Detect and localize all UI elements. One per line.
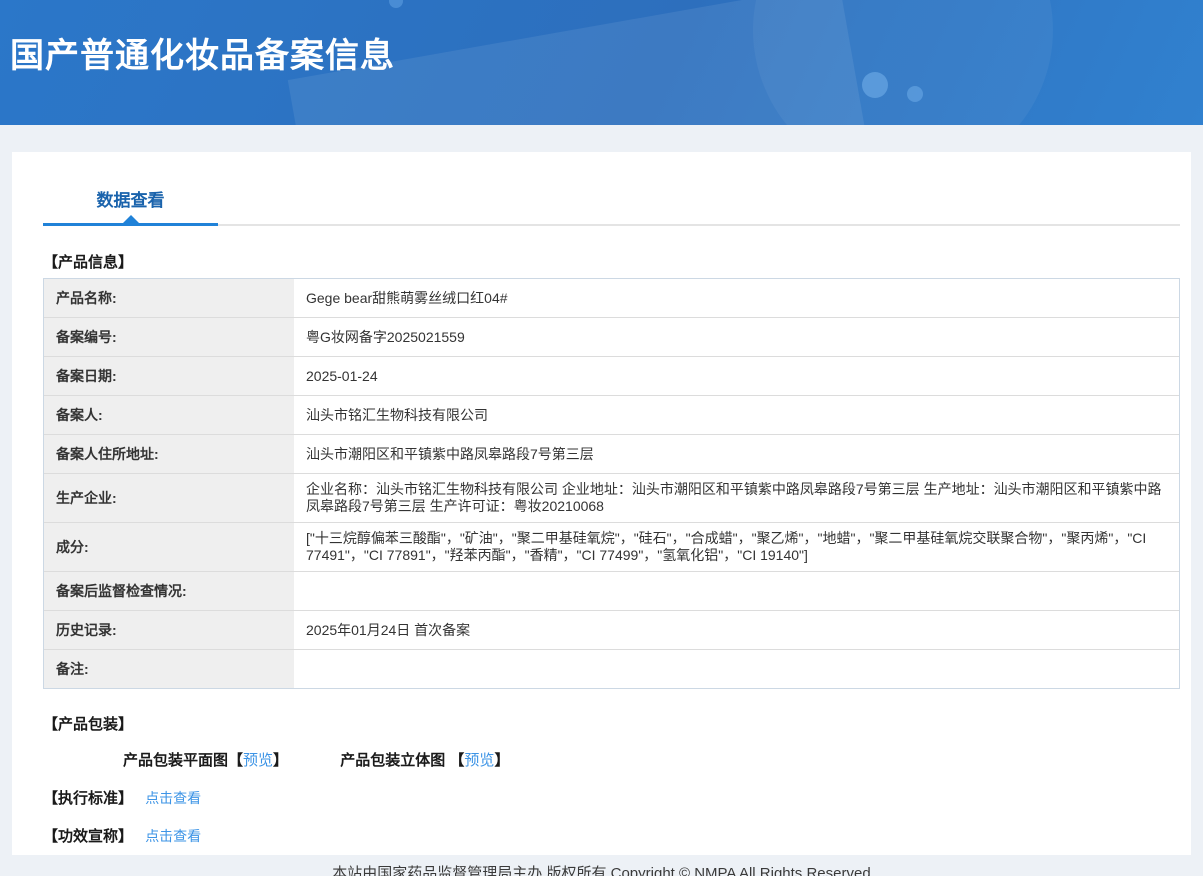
- packaging-3d-label: 产品包装立体图: [340, 752, 450, 769]
- row-label: 产品名称:: [44, 279, 294, 317]
- page-title: 国产普通化妆品备案信息: [10, 37, 395, 75]
- table-row-product-name: 产品名称: Gege bear甜熊萌雾丝绒口红04#: [44, 279, 1179, 318]
- efficacy-section: 【功效宣称】 点击查看: [43, 825, 1180, 846]
- row-value: 企业名称：汕头市铭汇生物科技有限公司 企业地址：汕头市潮阳区和平镇紫中路凤皋路段…: [294, 474, 1179, 522]
- table-row-filing-date: 备案日期: 2025-01-24: [44, 357, 1179, 396]
- table-row-remarks: 备注:: [44, 650, 1179, 688]
- standard-view-link[interactable]: 点击查看: [145, 790, 201, 806]
- table-row-history: 历史记录: 2025年01月24日 首次备案: [44, 611, 1179, 650]
- table-row-ingredients: 成分: ["十三烷醇偏苯三酸酯"，"矿油"，"聚二甲基硅氧烷"，"硅石"，"合成…: [44, 523, 1179, 572]
- table-row-filer-address: 备案人住所地址: 汕头市潮阳区和平镇紫中路凤皋路段7号第三层: [44, 435, 1179, 474]
- table-row-manufacturer: 生产企业: 企业名称：汕头市铭汇生物科技有限公司 企业地址：汕头市潮阳区和平镇紫…: [44, 474, 1179, 523]
- efficacy-heading: 【功效宣称】: [43, 828, 134, 845]
- row-value: ["十三烷醇偏苯三酸酯"，"矿油"，"聚二甲基硅氧烷"，"硅石"，"合成蜡"，"…: [294, 523, 1179, 571]
- packaging-3d-item: 产品包装立体图 【预览】: [340, 752, 509, 769]
- footer: 本站由国家药品监督管理局主办 版权所有 Copyright © NMPA All…: [0, 855, 1203, 876]
- tab-data-view[interactable]: 数据查看: [43, 186, 218, 226]
- header-decoration-dot: [389, 0, 403, 8]
- standard-heading: 【执行标准】: [43, 790, 134, 807]
- bracket: 【: [449, 752, 465, 769]
- tab-label: 数据查看: [96, 191, 165, 210]
- tab-active-indicator: [122, 215, 139, 223]
- row-value: [294, 572, 1179, 610]
- row-label: 生产企业:: [44, 474, 294, 522]
- bracket: 【: [228, 752, 244, 769]
- bracket: 】: [273, 752, 289, 769]
- row-value: 汕头市潮阳区和平镇紫中路凤皋路段7号第三层: [294, 435, 1179, 473]
- header-decoration-dot: [862, 72, 888, 98]
- page-header: 国产普通化妆品备案信息: [0, 0, 1203, 125]
- row-label: 备案日期:: [44, 357, 294, 395]
- standard-section: 【执行标准】 点击查看: [43, 787, 1180, 808]
- copyright-text: 本站由国家药品监督管理局主办 版权所有 Copyright © NMPA All…: [332, 865, 871, 876]
- table-row-filer: 备案人: 汕头市铭汇生物科技有限公司: [44, 396, 1179, 435]
- row-label: 备案人住所地址:: [44, 435, 294, 473]
- row-label: 备案编号:: [44, 318, 294, 356]
- tab-bar: 数据查看: [43, 186, 1180, 226]
- row-label: 备注:: [44, 650, 294, 688]
- row-value: 2025-01-24: [294, 357, 1179, 395]
- row-value: 汕头市铭汇生物科技有限公司: [294, 396, 1179, 434]
- row-value: [294, 650, 1179, 688]
- bracket: 】: [494, 752, 510, 769]
- packaging-heading: 【产品包装】: [43, 716, 134, 733]
- row-label: 成分:: [44, 523, 294, 571]
- product-info-table: 产品名称: Gege bear甜熊萌雾丝绒口红04# 备案编号: 粤G妆网备字2…: [43, 278, 1180, 689]
- packaging-flat-item: 产品包装平面图【预览】: [123, 752, 288, 769]
- product-info-heading: 【产品信息】: [43, 254, 134, 271]
- row-label: 备案后监督检查情况:: [44, 572, 294, 610]
- row-value: 粤G妆网备字2025021559: [294, 318, 1179, 356]
- table-row-supervision: 备案后监督检查情况:: [44, 572, 1179, 611]
- header-decoration-dot: [907, 86, 923, 102]
- table-row-filing-number: 备案编号: 粤G妆网备字2025021559: [44, 318, 1179, 357]
- content-card: 数据查看 【产品信息】 产品名称: Gege bear甜熊萌雾丝绒口红04# 备…: [12, 152, 1191, 855]
- row-label: 历史记录:: [44, 611, 294, 649]
- row-value: Gege bear甜熊萌雾丝绒口红04#: [294, 279, 1179, 317]
- efficacy-view-link[interactable]: 点击查看: [145, 828, 201, 844]
- packaging-flat-label: 产品包装平面图: [123, 752, 229, 769]
- packaging-3d-preview-link[interactable]: 预览: [464, 752, 494, 769]
- packaging-flat-preview-link[interactable]: 预览: [243, 752, 273, 769]
- packaging-row: 产品包装平面图【预览】 产品包装立体图 【预览】: [43, 749, 1180, 770]
- row-label: 备案人:: [44, 396, 294, 434]
- row-value: 2025年01月24日 首次备案: [294, 611, 1179, 649]
- header-decoration-circle: [753, 0, 1053, 125]
